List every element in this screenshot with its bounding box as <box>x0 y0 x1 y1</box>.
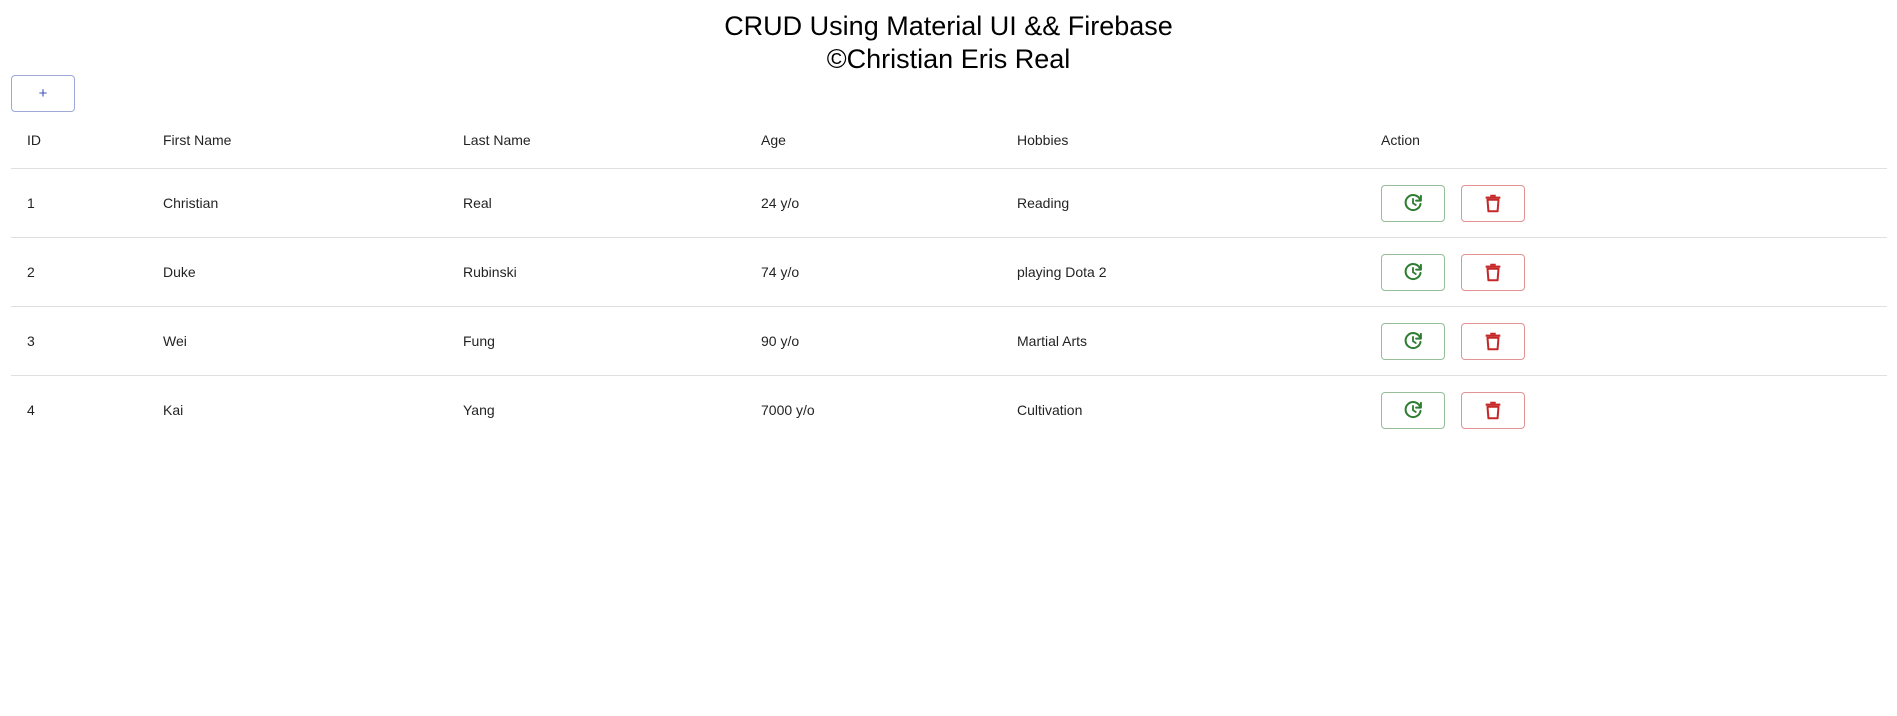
cell-id: 1 <box>11 168 147 238</box>
cell-action <box>1365 168 1887 238</box>
cell-last-name: Fung <box>447 306 745 376</box>
refresh-icon <box>1404 401 1422 419</box>
refresh-icon <box>1404 194 1422 212</box>
cell-hobbies: Reading <box>1001 168 1365 238</box>
column-header-first-name: First Name <box>147 112 447 169</box>
cell-first-name: Kai <box>163 402 184 418</box>
cell-action <box>1365 306 1887 376</box>
delete-button[interactable] <box>1461 184 1525 222</box>
cell-hobbies: playing Dota 2 <box>1001 237 1365 307</box>
delete-button[interactable] <box>1461 322 1525 360</box>
trash-icon <box>1485 194 1501 213</box>
page-title: CRUD Using Material UI && Firebase <box>724 11 1173 41</box>
update-button[interactable] <box>1381 253 1445 291</box>
table-header-row: ID First Name Last Name Age Hobbies Acti… <box>11 112 1887 169</box>
cell-last-name: Rubinski <box>447 237 745 307</box>
cell-id: 4 <box>27 402 35 418</box>
cell-age: 74 y/o <box>745 237 1001 307</box>
cell-action <box>1365 237 1887 307</box>
users-table: ID First Name Last Name Age Hobbies Acti… <box>11 112 1887 444</box>
cell-first-name: Christian <box>147 168 447 238</box>
cell-age: 7000 y/o <box>761 402 815 418</box>
trash-icon <box>1485 332 1501 351</box>
page-header: CRUD Using Material UI && Firebase ©Chri… <box>0 10 1897 76</box>
cell-first-name: Duke <box>147 237 447 307</box>
cell-age: 90 y/o <box>745 306 1001 376</box>
cell-age: 24 y/o <box>745 168 1001 238</box>
refresh-icon <box>1404 263 1422 281</box>
cell-id: 3 <box>11 306 147 376</box>
refresh-icon <box>1404 332 1422 350</box>
column-header-age: Age <box>745 112 1001 169</box>
cell-hobbies: Cultivation <box>1017 402 1083 418</box>
table-row: 4 Kai Yang 7000 y/o Cultivation <box>11 376 1887 445</box>
column-header-action: Action <box>1365 112 1887 169</box>
update-button[interactable] <box>1381 322 1445 360</box>
column-header-id: ID <box>11 112 147 169</box>
cell-last-name: Yang <box>463 402 495 418</box>
table-row: 2 Duke Rubinski 74 y/o playing Dota 2 <box>11 237 1887 307</box>
column-header-last-name: Last Name <box>447 112 745 169</box>
update-button[interactable] <box>1381 184 1445 222</box>
copyright-line: ©Christian Eris Real <box>826 44 1071 74</box>
cell-action <box>1365 376 1887 445</box>
column-header-hobbies: Hobbies <box>1001 112 1365 169</box>
trash-icon <box>1485 263 1501 282</box>
add-button-label: + <box>38 85 48 102</box>
delete-button[interactable] <box>1461 253 1525 291</box>
table-row: 3 Wei Fung 90 y/o Martial Arts <box>11 306 1887 376</box>
add-user-button[interactable]: + <box>11 75 75 112</box>
cell-id: 2 <box>11 237 147 307</box>
delete-button[interactable] <box>1461 391 1525 429</box>
update-button[interactable] <box>1381 391 1445 429</box>
table-row: 1 Christian Real 24 y/o Reading <box>11 168 1887 238</box>
cell-hobbies: Martial Arts <box>1001 306 1365 376</box>
cell-first-name: Wei <box>147 306 447 376</box>
cell-last-name: Real <box>447 168 745 238</box>
trash-icon <box>1485 401 1501 420</box>
